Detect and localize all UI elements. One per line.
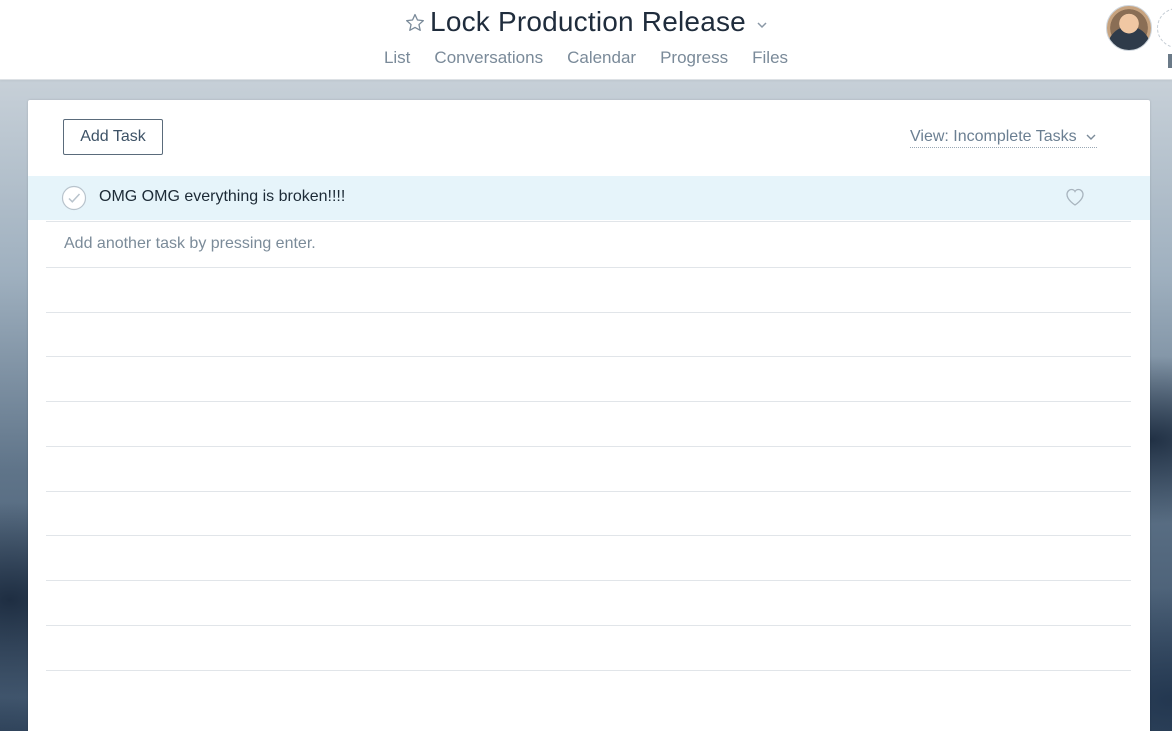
tab-conversations[interactable]: Conversations (422, 48, 555, 72)
add-another-task-input[interactable]: Add another task by pressing enter. (64, 235, 316, 253)
tab-progress[interactable]: Progress (648, 48, 740, 72)
tab-calendar[interactable]: Calendar (555, 48, 648, 72)
complete-checkbox-icon[interactable] (61, 185, 87, 211)
row-divider (46, 535, 1131, 536)
tab-list[interactable]: List (372, 48, 422, 72)
title-row: Lock Production Release (0, 4, 1172, 40)
task-list-panel: Add Task View: Incomplete Tasks OMG OMG … (28, 100, 1150, 731)
row-divider (46, 356, 1131, 357)
project-header: Lock Production Release List Conversatio… (0, 0, 1172, 80)
add-member-label-fragment (1168, 54, 1172, 68)
tab-files[interactable]: Files (740, 48, 800, 72)
row-divider (46, 267, 1131, 268)
chevron-down-icon[interactable] (756, 19, 768, 31)
row-divider (46, 580, 1131, 581)
task-row[interactable]: OMG OMG everything is broken!!!! (28, 176, 1150, 220)
chevron-down-icon (1086, 134, 1096, 140)
view-filter-dropdown[interactable]: View: Incomplete Tasks (910, 126, 1097, 148)
star-icon[interactable] (404, 12, 426, 34)
project-tabs: List Conversations Calendar Progress Fil… (0, 48, 1172, 72)
avatar[interactable] (1106, 5, 1152, 51)
row-divider (46, 446, 1131, 447)
heart-icon[interactable] (1064, 187, 1086, 207)
add-task-button[interactable]: Add Task (63, 119, 163, 155)
row-divider (46, 401, 1131, 402)
project-title[interactable]: Lock Production Release (430, 6, 746, 38)
row-divider (46, 312, 1131, 313)
task-name[interactable]: OMG OMG everything is broken!!!! (99, 188, 345, 206)
row-divider (46, 491, 1131, 492)
row-divider (46, 221, 1131, 222)
view-filter-label: View: Incomplete Tasks (910, 127, 1077, 145)
row-divider (46, 670, 1131, 671)
row-divider (46, 625, 1131, 626)
